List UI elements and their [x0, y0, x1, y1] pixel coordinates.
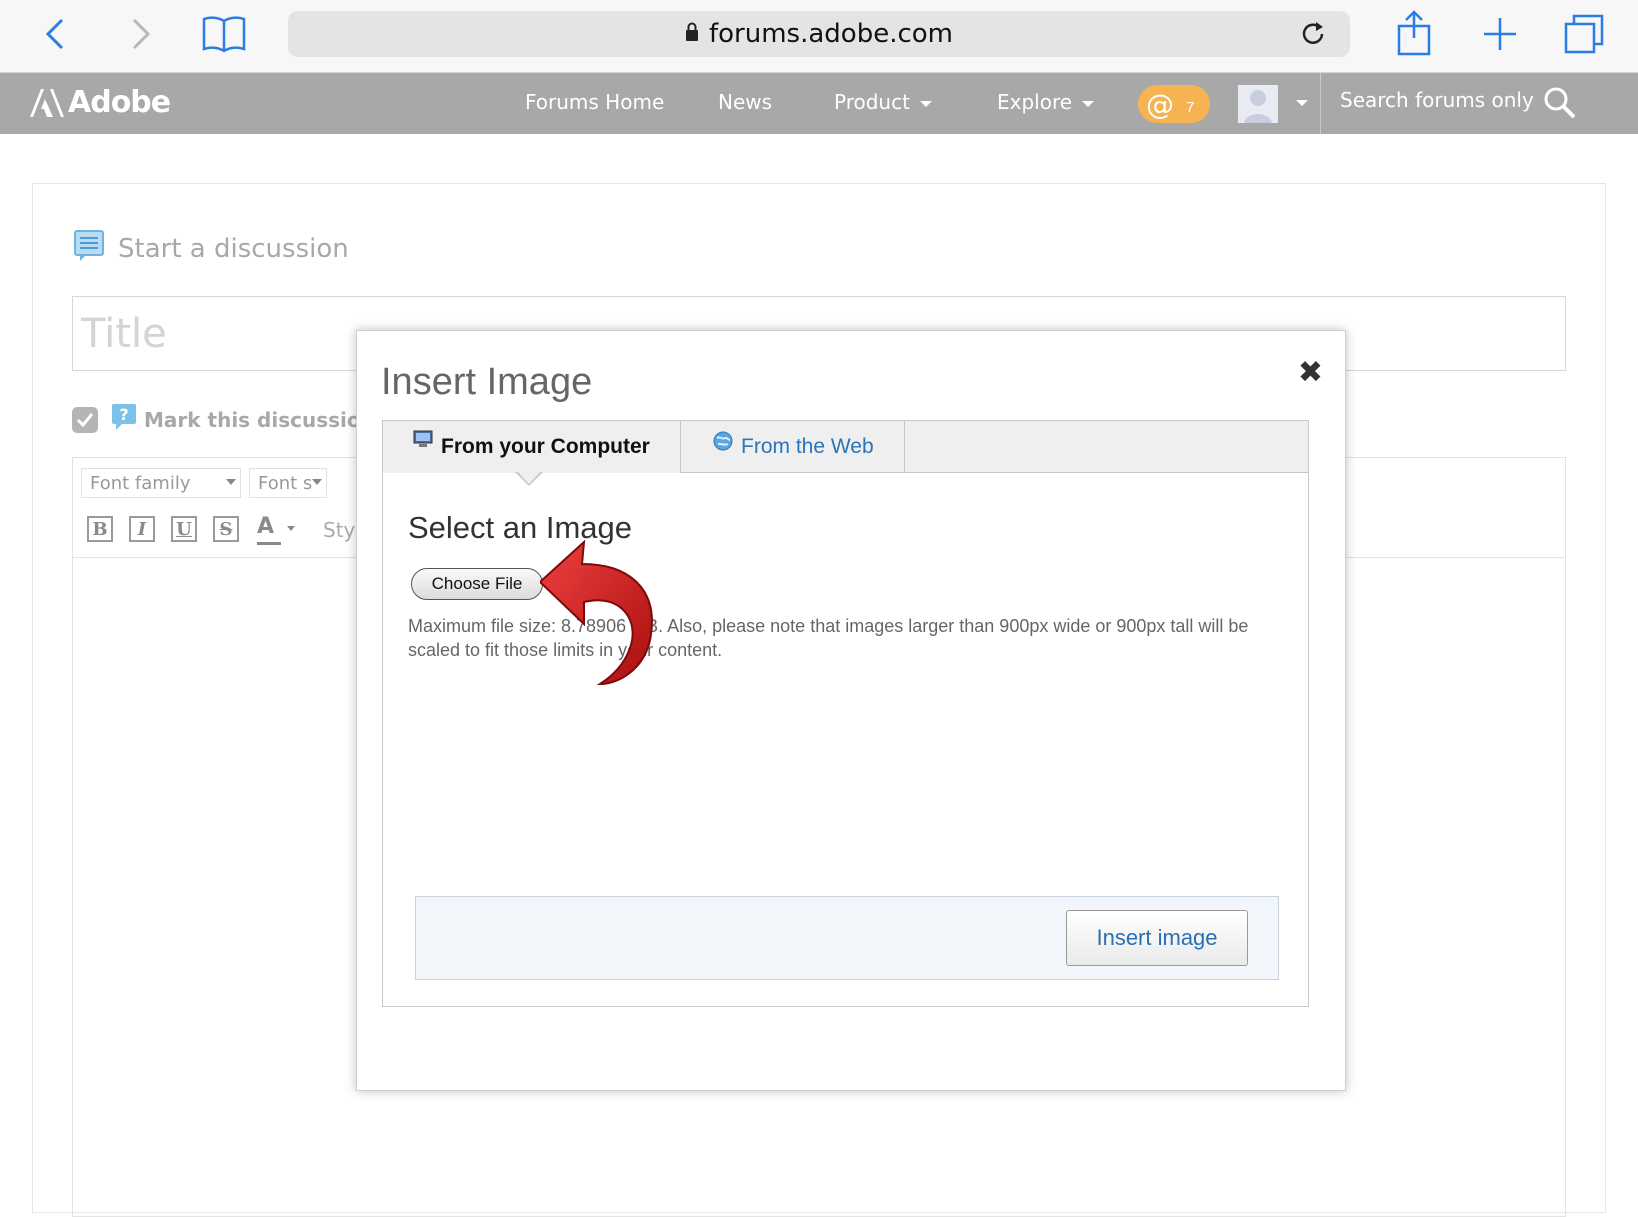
modal-footer: Insert image — [415, 896, 1279, 980]
search-input[interactable]: Search forums only — [1340, 88, 1534, 112]
close-icon[interactable]: ✖ — [1298, 355, 1323, 390]
url-text: forums.adobe.com — [708, 19, 953, 49]
insert-image-button[interactable]: Insert image — [1066, 910, 1248, 966]
svg-text:?: ? — [119, 405, 128, 424]
chevron-down-icon — [1082, 100, 1095, 107]
nav-explore-label: Explore — [997, 90, 1073, 114]
discussion-header: Start a discussion — [74, 230, 349, 267]
tab-pointer-inner — [517, 471, 541, 484]
mentions-count: 7 — [1186, 98, 1195, 116]
font-family-label: Font family — [90, 473, 191, 494]
header-divider — [1320, 73, 1321, 134]
modal-panel: From your Computer From the Web Select a… — [382, 420, 1309, 1007]
browser-toolbar: forums.adobe.com — [0, 0, 1638, 73]
font-family-select[interactable]: Font family — [81, 468, 241, 498]
chevron-down-icon — [919, 100, 932, 107]
forward-arrow-icon[interactable] — [120, 14, 160, 54]
chevron-down-icon — [312, 479, 322, 485]
site-header: Adobe Forums Home News Product Explore @… — [0, 73, 1638, 134]
text-color-swatch — [257, 542, 281, 545]
share-icon[interactable] — [1394, 10, 1434, 56]
globe-icon — [713, 431, 733, 457]
lock-icon — [685, 22, 699, 47]
discussion-icon — [74, 230, 104, 267]
tab-bar: From your Computer From the Web — [383, 421, 1308, 473]
chevron-down-icon — [226, 479, 236, 485]
adobe-logo[interactable]: Adobe — [30, 85, 171, 120]
search-icon[interactable] — [1542, 85, 1578, 126]
tab-from-web-label: From the Web — [741, 435, 874, 458]
strikethrough-button[interactable]: S — [213, 516, 239, 542]
question-icon: ? — [112, 404, 136, 435]
text-color-label: A — [257, 514, 275, 539]
styles-select[interactable]: Sty — [323, 518, 355, 542]
tab-from-computer-label: From your Computer — [441, 435, 650, 458]
nav-product-label: Product — [834, 90, 910, 114]
tabs-icon[interactable] — [1564, 14, 1604, 54]
font-size-select[interactable]: Font s — [249, 468, 327, 498]
nav-news[interactable]: News — [718, 90, 772, 114]
mark-question-checkbox[interactable] — [72, 406, 98, 433]
title-placeholder: Title — [81, 311, 167, 357]
avatar[interactable] — [1238, 85, 1278, 123]
tab-from-computer[interactable]: From your Computer — [383, 421, 681, 473]
tab-from-web[interactable]: From the Web — [681, 421, 905, 473]
underline-button[interactable]: U — [171, 516, 197, 542]
font-size-label: Font s — [258, 473, 313, 494]
chevron-down-icon — [287, 526, 295, 531]
adobe-logo-icon — [30, 88, 64, 117]
choose-file-button[interactable]: Choose File — [411, 568, 543, 600]
modal-title: Insert Image — [381, 361, 593, 403]
nav-explore[interactable]: Explore — [997, 90, 1095, 114]
nav-product[interactable]: Product — [834, 90, 932, 114]
new-tab-icon[interactable] — [1480, 14, 1520, 54]
chevron-down-icon[interactable] — [1296, 100, 1308, 106]
annotation-arrow-icon — [540, 540, 653, 686]
address-bar[interactable]: forums.adobe.com — [288, 11, 1350, 57]
bookmarks-icon[interactable] — [200, 14, 248, 54]
mark-question-row: ? Mark this discussion a — [72, 404, 395, 435]
nav-forums-home[interactable]: Forums Home — [525, 90, 664, 114]
insert-image-modal: Insert Image ✖ From your Computer From t… — [356, 330, 1346, 1091]
text-color-button[interactable]: A — [257, 514, 297, 546]
computer-icon — [413, 430, 433, 454]
reload-icon[interactable] — [1298, 19, 1328, 49]
bold-button[interactable]: B — [87, 516, 113, 542]
back-arrow-icon[interactable] — [36, 14, 76, 54]
at-icon: @ — [1146, 87, 1174, 121]
italic-button[interactable]: I — [129, 516, 155, 542]
mentions-badge[interactable]: @ 7 — [1138, 85, 1210, 123]
page-title: Start a discussion — [118, 233, 349, 264]
logo-text: Adobe — [68, 85, 171, 120]
